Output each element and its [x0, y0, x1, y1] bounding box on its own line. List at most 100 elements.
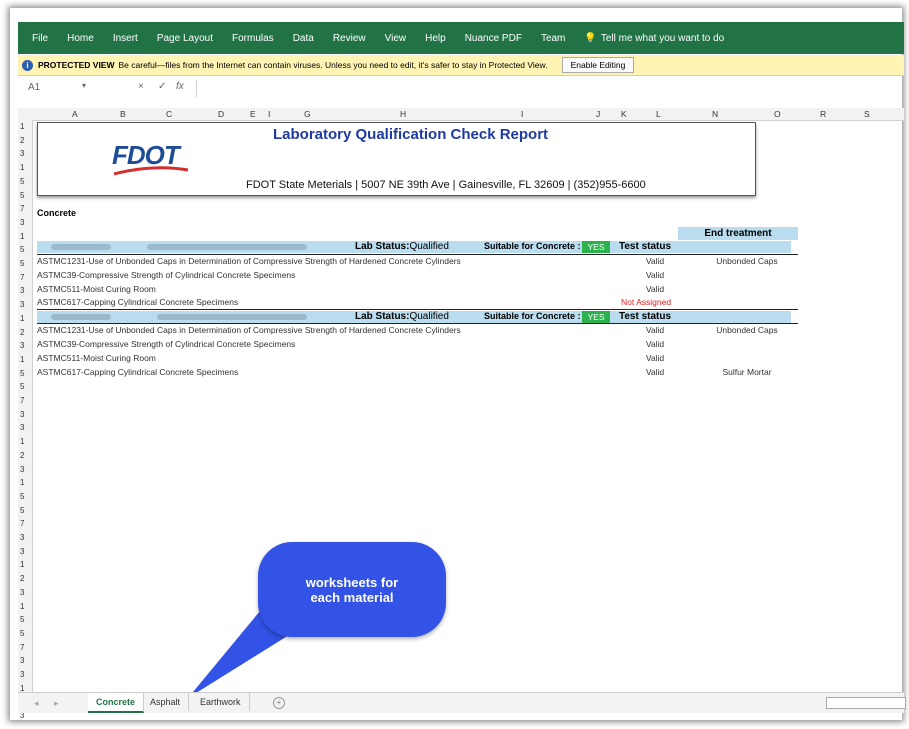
col-header[interactable]: O — [774, 109, 781, 119]
col-header[interactable]: B — [120, 109, 126, 119]
row-header[interactable]: 5 — [20, 191, 24, 200]
sheet-tab-concrete[interactable]: Concrete — [88, 693, 145, 713]
fdot-swoosh-icon — [113, 166, 189, 176]
sheet-tab-bar: ◂ ▸ Concrete Asphalt Earthwork + — [18, 692, 906, 713]
row-header[interactable]: 3 — [20, 149, 24, 158]
row-header[interactable]: 1 — [20, 560, 24, 569]
row-header[interactable]: 7 — [20, 204, 24, 213]
tab-home[interactable]: Home — [67, 33, 94, 44]
col-header[interactable]: J — [596, 109, 600, 119]
row-header[interactable]: 7 — [20, 643, 24, 652]
info-icon: i — [22, 59, 33, 71]
divider — [37, 323, 798, 324]
sheet-title: Concrete — [37, 208, 77, 218]
dropdown-arrow-icon[interactable]: ▾ — [82, 81, 86, 90]
row-header[interactable]: 1 — [20, 163, 24, 172]
scroll-left-icon[interactable]: ◂ — [34, 698, 39, 709]
name-box[interactable]: A1 — [28, 82, 98, 93]
enter-icon[interactable]: ✓ — [158, 81, 166, 92]
row-header[interactable]: 2 — [20, 328, 24, 337]
sheet-tab-asphalt[interactable]: Asphalt — [142, 693, 190, 711]
col-header[interactable]: C — [166, 109, 172, 119]
row-header[interactable]: 1 — [20, 314, 24, 323]
row-header[interactable]: 1 — [20, 602, 24, 611]
row-header[interactable]: 3 — [20, 670, 24, 679]
row-header[interactable]: 3 — [20, 656, 24, 665]
horizontal-scrollbar[interactable] — [826, 697, 906, 709]
tab-data[interactable]: Data — [293, 33, 314, 44]
test-row: ASTMC1231-Use of Unbonded Caps in Determ… — [37, 325, 778, 335]
row-header[interactable]: 1 — [20, 437, 24, 446]
cancel-icon[interactable]: × — [138, 81, 144, 92]
row-header[interactable]: 3 — [20, 341, 24, 350]
col-header[interactable]: L — [656, 109, 661, 119]
row-header[interactable]: 2 — [20, 574, 24, 583]
tab-view[interactable]: View — [385, 33, 407, 44]
sheet-tab-earthwork[interactable]: Earthwork — [192, 693, 250, 711]
row-header[interactable]: 5 — [20, 615, 24, 624]
row-header[interactable]: 3 — [20, 588, 24, 597]
tab-file[interactable]: File — [32, 33, 48, 44]
row-header[interactable]: 3 — [20, 410, 24, 419]
tab-team[interactable]: Team — [541, 33, 565, 44]
row-header[interactable]: 1 — [20, 232, 24, 241]
test-row: ASTMC617-Capping Cylindrical Concrete Sp… — [37, 297, 672, 307]
test-row: ASTMC511-Moist Curing Room Valid — [37, 353, 665, 363]
row-headers: 1 2 3 1 5 5 7 3 1 5 5 7 3 3 1 2 3 1 5 5 7 3 3 1 2 3 1 5 5 7 3 3 1 2 3 1 5 5 7 3… — [18, 120, 33, 720]
row-header[interactable]: 7 — [20, 396, 24, 405]
row-header[interactable]: 7 — [20, 273, 24, 282]
row-header[interactable]: 5 — [20, 506, 24, 515]
divider — [37, 309, 798, 310]
test-row: ASTMC617-Capping Cylindrical Concrete Sp… — [37, 367, 772, 377]
row-header[interactable]: 7 — [20, 519, 24, 528]
tab-page-layout[interactable]: Page Layout — [157, 33, 213, 44]
row-header[interactable]: 3 — [20, 286, 24, 295]
col-header[interactable]: A — [72, 109, 78, 119]
scroll-right-icon[interactable]: ▸ — [54, 698, 59, 709]
row-header[interactable]: 5 — [20, 177, 24, 186]
row-header[interactable]: 3 — [20, 300, 24, 309]
row-header[interactable]: 2 — [20, 451, 24, 460]
col-header[interactable]: H — [400, 109, 406, 119]
col-header[interactable]: E — [250, 109, 256, 119]
row-header[interactable]: 5 — [20, 245, 24, 254]
row-header[interactable]: 1 — [20, 478, 24, 487]
protected-view-message: Be careful—files from the Internet can c… — [118, 60, 548, 70]
col-header[interactable]: I — [521, 109, 523, 119]
row-header[interactable]: 3 — [20, 218, 24, 227]
tab-help[interactable]: Help — [425, 33, 446, 44]
col-header[interactable]: K — [621, 109, 627, 119]
row-header[interactable]: 5 — [20, 259, 24, 268]
tab-review[interactable]: Review — [333, 33, 366, 44]
enable-editing-button[interactable]: Enable Editing — [561, 57, 635, 73]
row-header[interactable]: 5 — [20, 382, 24, 391]
protected-view-bar: i PROTECTED VIEW Be careful—files from t… — [18, 55, 904, 76]
row-header[interactable]: 3 — [20, 547, 24, 556]
tell-me-box[interactable]: 💡 Tell me what you want to do — [584, 33, 743, 44]
row-header[interactable]: 1 — [20, 355, 24, 364]
tab-insert[interactable]: Insert — [113, 33, 138, 44]
row-header[interactable]: 3 — [20, 423, 24, 432]
row-header[interactable]: 5 — [20, 369, 24, 378]
col-header[interactable]: S — [864, 109, 870, 119]
col-header[interactable]: N — [712, 109, 718, 119]
add-sheet-icon[interactable]: + — [273, 697, 285, 709]
row-header[interactable]: 1 — [20, 122, 24, 131]
formula-input[interactable] — [196, 80, 907, 97]
lab-status: Lab Status:Qualified — [355, 241, 449, 252]
tab-nuance-pdf[interactable]: Nuance PDF — [465, 33, 522, 44]
col-header[interactable]: G — [304, 109, 311, 119]
row-header[interactable]: 3 — [20, 533, 24, 542]
row-header[interactable]: 5 — [20, 492, 24, 501]
col-header[interactable]: D — [218, 109, 224, 119]
row-header[interactable]: 3 — [20, 465, 24, 474]
callout-line: each material — [310, 590, 394, 605]
insert-function-icon[interactable]: fx — [176, 81, 184, 92]
callout-line: worksheets for — [305, 575, 399, 590]
col-header[interactable]: R — [820, 109, 826, 119]
row-header[interactable]: 5 — [20, 629, 24, 638]
column-headers: A B C D E I G H I J K L N O R S — [18, 108, 904, 121]
col-header[interactable]: I — [268, 109, 270, 119]
row-header[interactable]: 2 — [20, 136, 24, 145]
tab-formulas[interactable]: Formulas — [232, 33, 274, 44]
